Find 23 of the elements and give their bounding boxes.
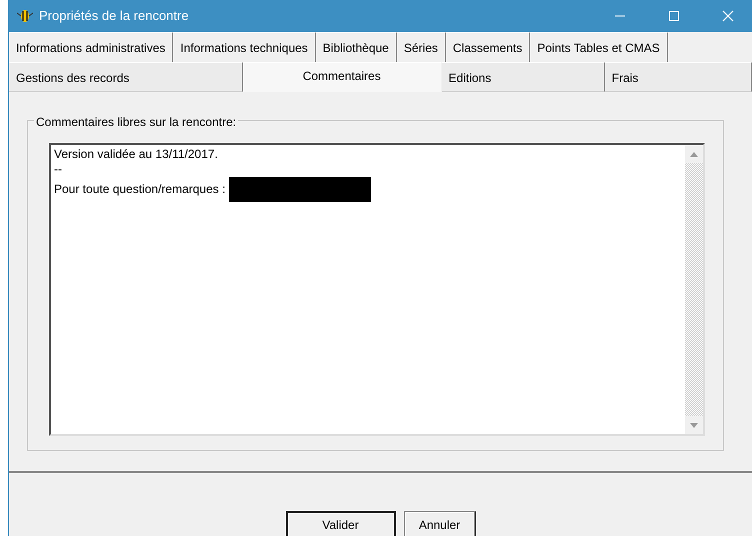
tab[interactable]: Commentaires (242, 62, 442, 92)
maximize-icon[interactable] (668, 10, 680, 22)
tab[interactable]: Séries (396, 32, 446, 62)
tab[interactable]: Gestions des records (9, 62, 243, 92)
tab[interactable]: Informations techniques (173, 32, 316, 62)
app-icon (17, 9, 33, 23)
window-title: Propriétés de la rencontre (39, 8, 189, 24)
close-icon[interactable] (722, 10, 734, 22)
down-arrow-icon[interactable] (690, 422, 698, 428)
text-line: Version validée au 13/11/2017. (54, 147, 218, 162)
tab[interactable]: Classements (446, 32, 530, 62)
up-arrow-icon[interactable] (690, 152, 698, 156)
cancel-button[interactable]: Annuler (404, 511, 476, 536)
tab[interactable]: Informations administratives (9, 32, 174, 62)
text-line: -- (54, 162, 62, 177)
tab[interactable]: Bibliothèque (316, 32, 397, 62)
validate-button[interactable]: Valider (286, 511, 396, 536)
tab[interactable]: Editions (442, 62, 605, 92)
vertical-scrollbar[interactable] (685, 145, 703, 434)
tab[interactable]: Points Tables et CMAS (530, 32, 668, 62)
text-line: Pour toute question/remarques : (54, 182, 226, 197)
tab[interactable]: Frais (604, 62, 752, 92)
comment-text-area[interactable]: Version validée au 13/11/2017. -- Pour toute question/remarques : (49, 143, 705, 436)
